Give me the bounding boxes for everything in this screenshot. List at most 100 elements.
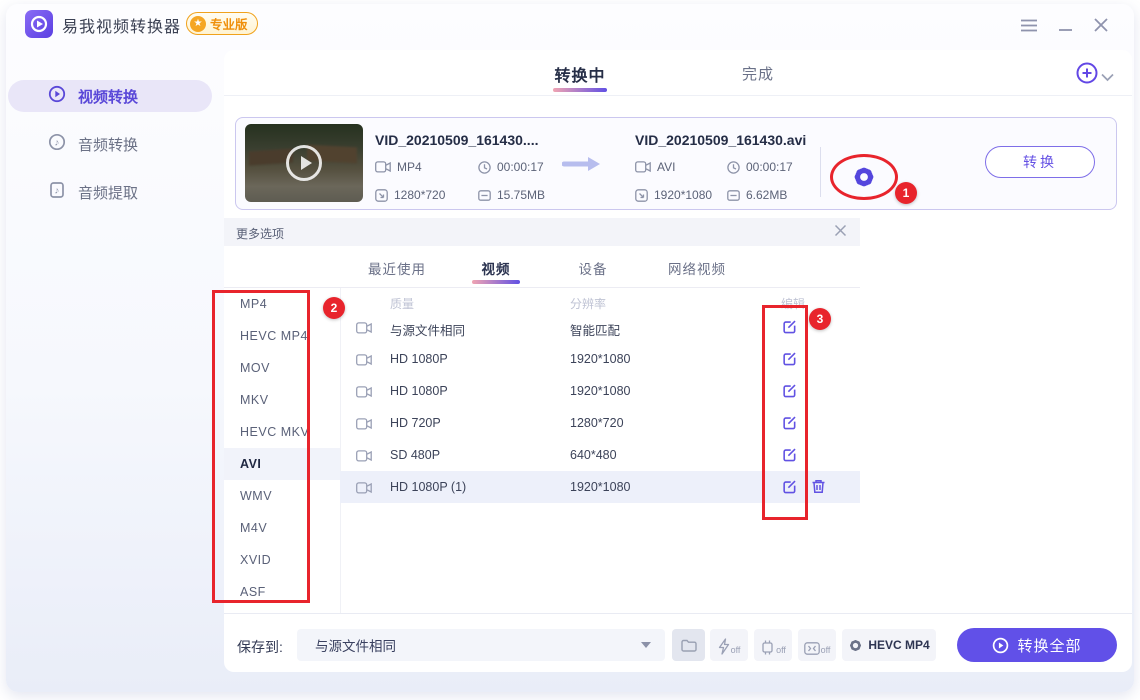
svg-text:♪: ♪ <box>55 138 60 149</box>
output-format-label: HEVC MP4 <box>868 638 929 652</box>
camera-icon <box>356 449 372 467</box>
app-logo-icon <box>25 10 53 38</box>
annotation-circle-1 <box>830 154 898 200</box>
tab-done[interactable]: 完成 <box>738 63 778 84</box>
annotation-badge-1: 1 <box>895 182 917 204</box>
output-format-button[interactable]: HEVC MP4 <box>842 629 936 661</box>
clock-icon <box>727 161 740 174</box>
gpu-toggle[interactable]: off <box>754 629 792 661</box>
chevron-down-icon[interactable] <box>1101 69 1114 87</box>
quality-cell: HD 1080P <box>390 384 448 398</box>
trash-icon[interactable] <box>811 479 826 499</box>
size-icon <box>727 190 740 201</box>
source-duration: 00:00:17 <box>478 160 544 174</box>
save-path-dropdown[interactable]: 与源文件相同 <box>297 629 665 661</box>
tab-recently-used[interactable]: 最近使用 <box>357 258 437 278</box>
annotation-rect-2 <box>212 290 310 603</box>
camera-icon <box>356 385 372 403</box>
video-thumbnail[interactable] <box>245 124 363 202</box>
source-format: MP4 <box>375 160 422 174</box>
convert-all-button[interactable]: 转换全部 <box>957 628 1117 662</box>
source-file-name: VID_20210509_161430.... <box>375 132 538 148</box>
chip-icon <box>760 640 775 655</box>
add-file-button[interactable] <box>1076 62 1098 89</box>
target-size: 6.62MB <box>727 188 787 202</box>
menu-icon[interactable] <box>1020 19 1038 37</box>
video-convert-icon <box>48 85 66 107</box>
minimize-button[interactable] <box>1058 19 1073 37</box>
resolution-cell: 1920*1080 <box>570 480 630 494</box>
pro-badge[interactable]: ★ 专业版 <box>186 12 258 35</box>
quality-cell: HD 720P <box>390 416 441 430</box>
audio-extract-icon: ♪ <box>48 181 66 203</box>
hardware-acceleration-toggle[interactable]: off <box>710 629 748 661</box>
resolution-icon <box>375 189 388 202</box>
svg-text:♪: ♪ <box>55 186 60 197</box>
quality-cell: 与源文件相同 <box>390 320 465 339</box>
tab-video[interactable]: 视频 <box>478 258 514 278</box>
sidebar-item-video-convert[interactable]: 视频转换 <box>8 80 212 112</box>
clock-icon <box>478 161 491 174</box>
camera-icon <box>356 481 372 499</box>
annotation-rect-3 <box>762 305 808 520</box>
source-resolution: 1280*720 <box>375 188 445 202</box>
format-list-divider <box>340 288 341 613</box>
active-subtab-underline <box>472 280 520 284</box>
convert-button[interactable]: 转换 <box>985 146 1095 178</box>
off-label: off <box>821 646 831 655</box>
column-header-resolution: 分辨率 <box>570 295 606 312</box>
target-format: AVI <box>635 160 675 174</box>
save-to-label: 保存到: <box>237 637 283 657</box>
source-size: 15.75MB <box>478 188 545 202</box>
sidebar-item-label: 音频提取 <box>78 182 138 203</box>
annotation-badge-2: 2 <box>323 297 345 319</box>
sidebar-item-audio-convert[interactable]: ♪ 音频转换 <box>8 128 212 160</box>
active-tab-underline <box>553 88 607 92</box>
camera-icon <box>356 417 372 435</box>
tab-web-video[interactable]: 网络视频 <box>666 258 728 278</box>
sidebar-item-label: 视频转换 <box>78 86 138 107</box>
quality-cell: SD 480P <box>390 448 440 462</box>
audio-convert-icon: ♪ <box>48 133 66 155</box>
resolution-cell: 1920*1080 <box>570 384 630 398</box>
tab-device[interactable]: 设备 <box>575 258 611 278</box>
size-icon <box>478 190 491 201</box>
merge-icon <box>804 642 820 655</box>
star-icon: ★ <box>190 16 206 32</box>
close-panel-icon[interactable] <box>834 224 847 242</box>
play-icon[interactable] <box>286 145 322 181</box>
pro-badge-label: 专业版 <box>210 14 248 33</box>
camera-icon <box>356 321 372 339</box>
target-duration: 00:00:17 <box>727 160 793 174</box>
quality-cell: HD 1080P (1) <box>390 480 466 494</box>
more-options-title: 更多选项 <box>236 225 284 242</box>
resolution-cell: 640*480 <box>570 448 617 462</box>
more-options-header <box>224 218 860 246</box>
dropdown-caret-icon <box>641 642 651 648</box>
annotation-badge-3: 3 <box>809 308 831 330</box>
gear-icon <box>848 638 863 653</box>
footer-divider <box>224 613 1132 614</box>
sidebar-item-label: 音频转换 <box>78 134 138 155</box>
lightning-icon <box>718 638 730 655</box>
camera-icon <box>375 161 391 173</box>
resolution-cell: 1280*720 <box>570 416 624 430</box>
merge-toggle[interactable]: off <box>798 629 836 661</box>
resolution-icon <box>635 189 648 202</box>
tabs-divider <box>224 95 1132 96</box>
close-button[interactable] <box>1093 17 1109 38</box>
save-path-value: 与源文件相同 <box>315 635 641 655</box>
play-circle-icon <box>992 637 1009 654</box>
resolution-cell: 智能匹配 <box>570 320 620 339</box>
arrow-right-icon <box>562 156 602 177</box>
open-folder-button[interactable] <box>672 629 705 661</box>
convert-all-label: 转换全部 <box>1017 635 1081 656</box>
app-title: 易我视频转换器 <box>62 13 181 37</box>
target-resolution: 1920*1080 <box>635 188 712 202</box>
tab-converting[interactable]: 转换中 <box>550 62 610 86</box>
camera-icon <box>356 353 372 371</box>
column-header-quality: 质量 <box>390 295 414 312</box>
quality-cell: HD 1080P <box>390 352 448 366</box>
sidebar-item-audio-extract[interactable]: ♪ 音频提取 <box>8 176 212 208</box>
resolution-cell: 1920*1080 <box>570 352 630 366</box>
